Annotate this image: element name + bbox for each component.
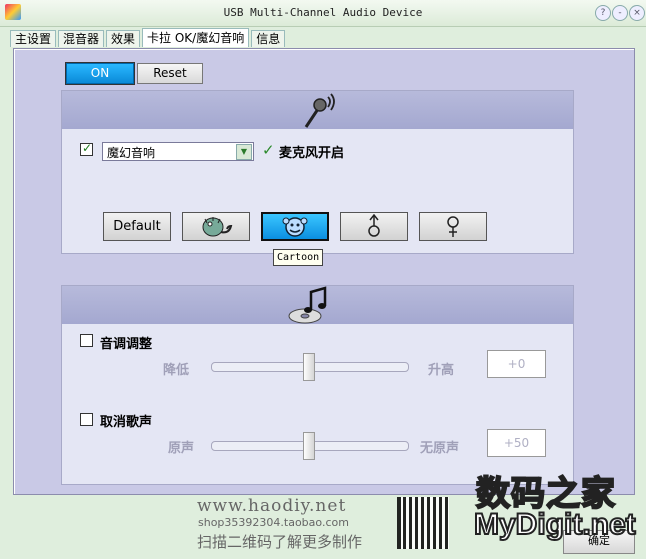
check-icon: ✓ bbox=[82, 141, 93, 155]
pitch-label: 音调调整 bbox=[100, 337, 153, 352]
vocal-slider-thumb[interactable] bbox=[303, 432, 315, 460]
magic-voice-select[interactable]: 魔幻音响 ▼ bbox=[102, 142, 254, 161]
microphone-icon bbox=[304, 93, 335, 128]
music-cd-icon bbox=[288, 286, 327, 324]
watermark-shop: shop35392304.taobao.com bbox=[198, 516, 349, 529]
reset-button[interactable]: Reset bbox=[137, 63, 203, 84]
title-bar: USB Multi-Channel Audio Device ? - × bbox=[0, 0, 646, 27]
effect-monster-button[interactable] bbox=[182, 212, 250, 241]
watermark-scan: 扫描二维码了解更多制作 bbox=[197, 533, 363, 551]
monster-icon bbox=[202, 217, 233, 237]
vocal-cancel-checkbox[interactable] bbox=[80, 413, 93, 426]
chevron-down-icon[interactable]: ▼ bbox=[236, 144, 252, 160]
female-icon bbox=[447, 216, 459, 237]
effect-female-button[interactable] bbox=[419, 212, 487, 241]
watermark-site: www.haodiy.net bbox=[197, 496, 347, 516]
tab-bar: 主设置 混音器 效果 卡拉 OK/魔幻音响 信息 bbox=[10, 28, 287, 48]
vocal-cancel-label: 取消歌声 bbox=[100, 415, 153, 430]
magic-voice-checkbox[interactable]: ✓ bbox=[80, 141, 93, 156]
effect-male-button[interactable] bbox=[340, 212, 408, 241]
close-button[interactable]: × bbox=[629, 5, 645, 21]
cartoon-icon bbox=[282, 217, 308, 237]
vocal-slider[interactable] bbox=[211, 432, 409, 460]
vocal-low-label: 原声 bbox=[168, 441, 195, 456]
pitch-low-label: 降低 bbox=[163, 363, 190, 378]
tab-info[interactable]: 信息 bbox=[251, 30, 286, 47]
pitch-vocal-header bbox=[62, 286, 573, 324]
checkmark-icon: ✓ bbox=[262, 141, 275, 159]
magic-voice-header bbox=[62, 91, 573, 129]
qr-code bbox=[397, 497, 449, 549]
pitch-checkbox[interactable] bbox=[80, 334, 93, 347]
tab-mixer[interactable]: 混音器 bbox=[58, 30, 105, 47]
on-button[interactable]: ON bbox=[65, 62, 135, 85]
select-value: 魔幻音响 bbox=[107, 146, 156, 160]
pitch-value: +0 bbox=[487, 350, 546, 378]
vocal-value: +50 bbox=[487, 429, 546, 457]
cartoon-tooltip: Cartoon bbox=[273, 249, 324, 266]
help-button[interactable]: ? bbox=[595, 5, 611, 21]
vocal-high-label: 无原声 bbox=[420, 441, 460, 456]
window-title: USB Multi-Channel Audio Device bbox=[223, 6, 423, 19]
male-icon bbox=[368, 213, 380, 237]
tab-karaoke[interactable]: 卡拉 OK/魔幻音响 bbox=[142, 28, 250, 47]
pitch-slider[interactable] bbox=[211, 353, 409, 381]
pitch-high-label: 升高 bbox=[428, 363, 455, 378]
mic-status-label: 麦克风开启 bbox=[279, 146, 345, 161]
tab-main-settings[interactable]: 主设置 bbox=[10, 30, 57, 47]
pitch-slider-thumb[interactable] bbox=[303, 353, 315, 381]
effect-cartoon-button[interactable] bbox=[261, 212, 329, 241]
watermark-brand-en: MyDigit.net bbox=[473, 507, 637, 542]
tab-effects[interactable]: 效果 bbox=[106, 30, 141, 47]
effect-default-button[interactable]: Default bbox=[103, 212, 171, 241]
minimize-button[interactable]: - bbox=[612, 5, 628, 21]
